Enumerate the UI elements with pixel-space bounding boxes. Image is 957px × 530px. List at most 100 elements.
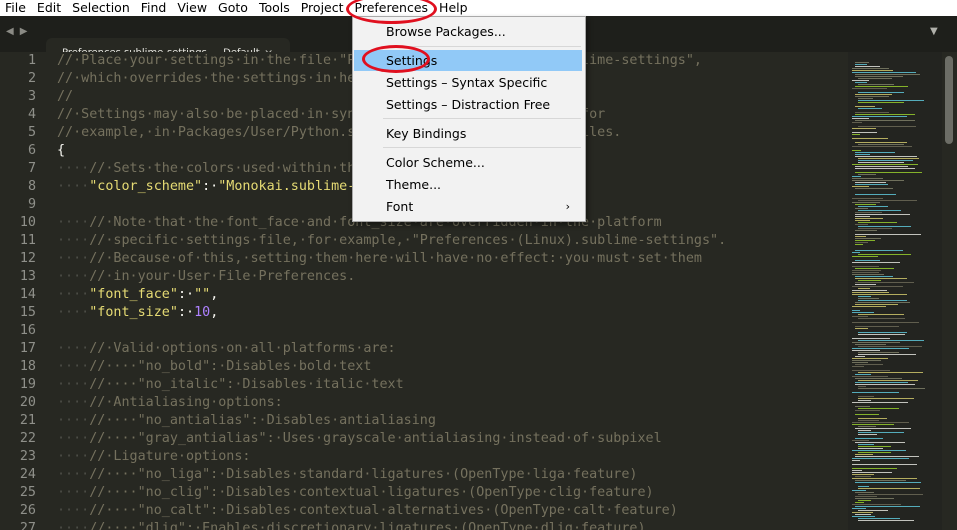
scrollbar-thumb[interactable] — [945, 56, 953, 144]
code-token: //·Valid·options·on·all·platforms·are: — [89, 341, 396, 356]
code-line[interactable]: 15 ····"font_size":·10, — [0, 304, 848, 322]
minimap[interactable] — [848, 52, 942, 530]
menu-item-key-bindings[interactable]: Key Bindings — [354, 123, 582, 144]
minimap-line — [858, 78, 892, 79]
code-line[interactable]: 19 ····//····"no_italic":·Disables·italic… — [0, 376, 848, 394]
minimap-line — [855, 74, 920, 75]
minimap-line — [858, 102, 904, 103]
minimap-line — [852, 362, 868, 363]
minimap-line — [858, 400, 871, 401]
minimap-line — [852, 72, 916, 73]
minimap-line — [855, 142, 907, 143]
minimap-line — [855, 172, 922, 173]
menu-item-settings-syntax-specific[interactable]: Settings – Syntax Specific — [354, 72, 582, 93]
minimap-line — [858, 398, 914, 399]
code-line[interactable]: 27 ····//····"dlig":·Enables·discretionar… — [0, 520, 848, 530]
menu-goto[interactable]: Goto — [213, 0, 254, 16]
line-number: 19 — [19, 377, 36, 392]
code-line[interactable]: 20 ····//·Antialiasing·options: — [0, 394, 848, 412]
minimap-line — [852, 186, 869, 187]
minimap-line — [858, 228, 892, 229]
code-line[interactable]: 26 ····//····"no_calt":·Disables·contextu… — [0, 502, 848, 520]
code-line[interactable]: 23 ····//·Ligature·options: — [0, 448, 848, 466]
code-token: ···· — [57, 395, 90, 410]
minimap-line — [855, 238, 881, 239]
code-line[interactable]: 16 — [0, 322, 848, 340]
minimap-line — [852, 458, 909, 459]
menu-project[interactable]: Project — [296, 0, 350, 16]
scrollbar[interactable] — [942, 52, 957, 530]
menu-separator — [383, 147, 581, 148]
code-token: ···· — [57, 485, 90, 500]
tab-list-dropdown-icon[interactable]: ▼ — [930, 26, 938, 37]
minimap-line — [852, 392, 899, 393]
line-number: 24 — [19, 467, 36, 482]
line-text: { — [57, 142, 65, 160]
line-number: 16 — [19, 323, 36, 338]
menu-item-color-scheme[interactable]: Color Scheme... — [354, 152, 582, 173]
line-number: 23 — [19, 449, 36, 464]
code-line[interactable]: 11 ····//·specific·settings·file,·for·exa… — [0, 232, 848, 250]
tab-nav-arrows-icon[interactable]: ◀▶ — [6, 26, 33, 37]
line-number: 20 — [19, 395, 36, 410]
minimap-line — [855, 230, 877, 231]
minimap-line — [855, 182, 886, 183]
code-line[interactable]: 24 ····//····"no_liga":·Disables·standard… — [0, 466, 848, 484]
menu-selection[interactable]: Selection — [67, 0, 136, 16]
minimap-line — [858, 426, 876, 427]
menu-file[interactable]: File — [0, 0, 32, 16]
menu-edit[interactable]: Edit — [32, 0, 67, 16]
menu-tools[interactable]: Tools — [254, 0, 296, 16]
minimap-line — [852, 366, 864, 367]
code-line[interactable]: 12 ····//·Because·of·this,·setting·them·h… — [0, 250, 848, 268]
minimap-line — [855, 454, 873, 455]
minimap-line — [852, 350, 880, 351]
minimap-line — [852, 440, 869, 441]
line-number: 26 — [19, 503, 36, 518]
minimap-line — [858, 160, 913, 161]
line-text: ····//·in·your·User·File·Preferences. — [57, 268, 355, 286]
line-number: 3 — [27, 89, 36, 104]
minimap-line — [855, 406, 870, 407]
minimap-line — [858, 206, 888, 207]
code-token: "" — [194, 287, 211, 302]
line-number: 6 — [27, 143, 36, 158]
minimap-line — [855, 82, 867, 83]
minimap-line — [855, 384, 915, 385]
minimap-line — [855, 216, 870, 217]
minimap-line — [855, 66, 880, 67]
line-number: 25 — [19, 485, 36, 500]
minimap-line — [858, 296, 871, 297]
menu-separator — [383, 118, 581, 119]
minimap-line — [858, 288, 870, 289]
code-line[interactable]: 25 ····//····"no_clig":·Disables·contextu… — [0, 484, 848, 502]
code-line[interactable]: 22 ····//····"gray_antialias":·Uses·grays… — [0, 430, 848, 448]
minimap-line — [855, 514, 871, 515]
menu-find[interactable]: Find — [136, 0, 173, 16]
minimap-line — [855, 304, 898, 305]
minimap-line — [858, 486, 869, 487]
minimap-line — [855, 156, 917, 157]
code-token: ···· — [57, 377, 90, 392]
minimap-line — [855, 114, 915, 115]
minimap-line — [855, 268, 894, 269]
code-line[interactable]: 21 ····//····"no_antialias":·Disables·ant… — [0, 412, 848, 430]
menu-item-browse-packages[interactable]: Browse Packages... — [354, 21, 582, 42]
menu-view[interactable]: View — [172, 0, 213, 16]
minimap-line — [852, 270, 881, 271]
minimap-line — [855, 112, 889, 113]
minimap-line — [855, 364, 883, 365]
menu-item-settings-distraction-free[interactable]: Settings – Distraction Free — [354, 94, 582, 115]
minimap-line — [858, 332, 907, 333]
code-token: ···· — [57, 305, 90, 320]
minimap-line — [858, 300, 907, 301]
code-line[interactable]: 17 ····//·Valid·options·on·all·platforms·… — [0, 340, 848, 358]
menu-item-font[interactable]: Font › — [354, 196, 582, 217]
minimap-line — [858, 98, 873, 99]
menu-help[interactable]: Help — [434, 0, 474, 16]
code-line[interactable]: 18 ····//····"no_bold":·Disables·bold·tex… — [0, 358, 848, 376]
code-line[interactable]: 13 ····//·in·your·User·File·Preferences. — [0, 268, 848, 286]
code-token: ···· — [57, 413, 90, 428]
menu-item-theme[interactable]: Theme... — [354, 174, 582, 195]
code-line[interactable]: 14 ····"font_face":·"", — [0, 286, 848, 304]
